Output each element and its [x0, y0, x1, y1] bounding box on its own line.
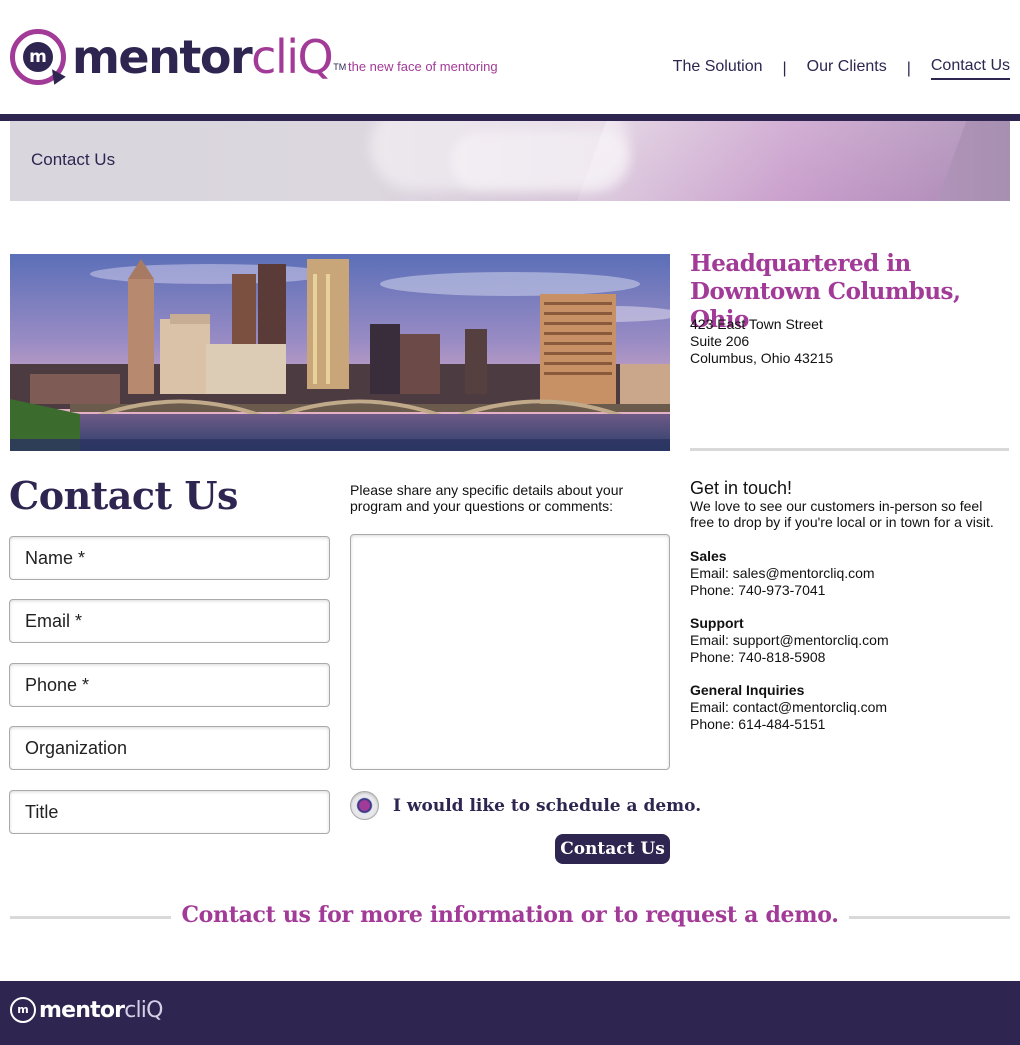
cta-text: Contact us for more information or to re… — [0, 902, 1020, 928]
nav-item-our-clients[interactable]: Our Clients — [807, 58, 887, 79]
nav-item-the-solution[interactable]: The Solution — [673, 58, 763, 79]
page-banner: Contact Us — [10, 121, 1010, 201]
contact-heading: Sales — [690, 548, 727, 564]
sidebar-divider — [690, 448, 1009, 451]
contact-heading: Support — [690, 615, 744, 631]
columbus-skyline-image — [10, 254, 670, 451]
banner-title: Contact Us — [31, 150, 116, 169]
footer-logo-mark-icon: m — [10, 997, 36, 1023]
site-footer: m mentorcliQ — [0, 981, 1020, 1045]
email-field[interactable]: Email * — [9, 599, 330, 643]
contact-phone: Phone: 740-973-7041 — [690, 582, 826, 598]
hands-graphic — [450, 131, 630, 191]
contact-general-inquiries: General Inquiries Email: contact@mentorc… — [690, 682, 887, 733]
contact-email[interactable]: Email: sales@mentorcliq.com — [690, 565, 875, 582]
brand-logo[interactable]: m mentorcliQ TM — [10, 28, 346, 86]
form-title: Contact Us — [9, 473, 238, 518]
get-in-touch-title: Get in touch! — [690, 478, 793, 498]
demo-radio-button[interactable] — [350, 791, 379, 820]
header-divider — [0, 114, 1020, 121]
contact-us-submit-button[interactable]: Contact Us — [555, 834, 670, 864]
contact-phone: Phone: 740-818-5908 — [690, 649, 826, 665]
title-field[interactable]: Title — [9, 790, 330, 834]
contact-sales: Sales Email: sales@mentorcliq.com Phone:… — [690, 548, 875, 599]
contact-support: Support Email: support@mentorcliq.com Ph… — [690, 615, 889, 666]
contact-email[interactable]: Email: support@mentorcliq.com — [690, 632, 889, 649]
get-in-touch-text: We love to see our customers in-person s… — [690, 498, 994, 530]
contact-phone: Phone: 614-484-5151 — [690, 716, 826, 732]
hq-address: 423 East Town Street Suite 206 Columbus,… — [690, 316, 834, 366]
phone-field[interactable]: Phone * — [9, 663, 330, 707]
organization-field[interactable]: Organization — [9, 726, 330, 770]
nav-separator: | — [906, 59, 911, 77]
site-header: m mentorcliQ TM the new face of mentorin… — [0, 0, 1020, 114]
nav-item-contact-us[interactable]: Contact Us — [930, 57, 1010, 80]
contact-heading: General Inquiries — [690, 682, 805, 698]
demo-option-label[interactable]: I would like to schedule a demo. — [393, 796, 701, 816]
cursor-arrow-icon — [46, 65, 66, 85]
name-field[interactable]: Name * — [9, 536, 330, 580]
main-nav: The Solution | Our Clients | Contact Us — [673, 57, 1010, 80]
tagline: the new face of mentoring — [348, 59, 498, 74]
comments-textarea[interactable] — [350, 534, 670, 770]
trademark-symbol: TM — [333, 62, 347, 72]
nav-separator: | — [782, 59, 787, 77]
logo-wordmark: mentorcliQ — [72, 30, 334, 84]
footer-logo-wordmark: mentorcliQ — [39, 997, 163, 1023]
footer-logo[interactable]: m mentorcliQ — [10, 997, 163, 1023]
comments-label: Please share any specific details about … — [350, 482, 624, 514]
contact-email[interactable]: Email: contact@mentorcliq.com — [690, 699, 887, 716]
logo-mark-icon: m — [10, 29, 66, 85]
